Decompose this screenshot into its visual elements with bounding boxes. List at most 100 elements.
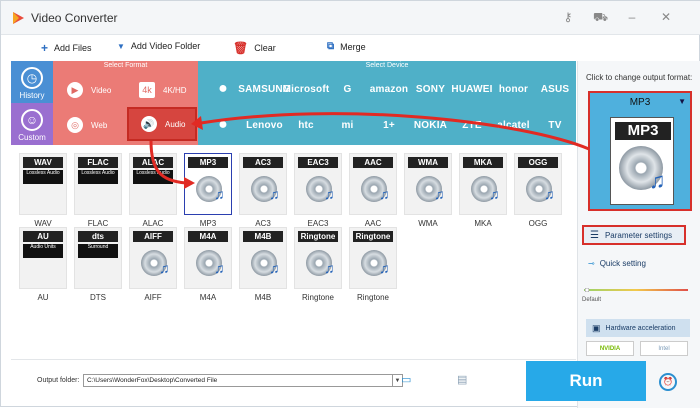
format-tile-wav[interactable]: WAV Lossless Audio bbox=[19, 153, 67, 215]
format-video-label: Video bbox=[91, 85, 112, 95]
folder-icon[interactable]: ▭ bbox=[401, 373, 411, 386]
format-web-label: Web bbox=[91, 120, 108, 130]
format-tile-aiff[interactable]: AIFF ♫ bbox=[129, 227, 177, 289]
output-folder-field[interactable]: C:\Users\WonderFox\Desktop\Converted Fil… bbox=[83, 374, 393, 387]
title-bar: Video Converter ⚷ ⛟ – ✕ bbox=[1, 1, 700, 35]
close-icon[interactable]: ✕ bbox=[659, 10, 673, 24]
format-tile-m4a[interactable]: M4A ♫ bbox=[184, 227, 232, 289]
device-brand-g[interactable]: G bbox=[328, 75, 368, 103]
format-tile-m4b[interactable]: M4B ♫ bbox=[239, 227, 287, 289]
default-label: Default bbox=[582, 297, 602, 303]
device-brand-alcatel[interactable]: alcatel bbox=[494, 111, 534, 139]
format-badge: MP3 bbox=[188, 157, 228, 168]
format-subbadge: Audio Units bbox=[23, 244, 63, 258]
history-button[interactable]: ◷ History bbox=[11, 61, 53, 103]
device-brand-amazon[interactable]: amazon bbox=[369, 75, 409, 103]
device-brand-huawei[interactable]: HUAWEI bbox=[451, 75, 492, 103]
select-format-header: Select Format bbox=[53, 61, 198, 71]
format-tile-mka[interactable]: MKA ♫ bbox=[459, 153, 507, 215]
format-block: Select Format ▶ Video 4k 4K/HD ◎ Web 🔊 A… bbox=[53, 61, 198, 145]
device-brand-1[interactable]: 1+ bbox=[369, 111, 409, 139]
format-tile-alac[interactable]: ALAC Lossless Audio bbox=[129, 153, 177, 215]
device-brand-apple[interactable]: ● bbox=[203, 75, 243, 103]
format-4khd[interactable]: 4k 4K/HD bbox=[127, 73, 197, 107]
format-badge: AC3 bbox=[243, 157, 283, 168]
intel-chip[interactable]: Intel bbox=[640, 341, 688, 356]
format-tile-label: M4B bbox=[254, 293, 272, 302]
format-badge: AU bbox=[23, 231, 63, 242]
format-audio[interactable]: 🔊 Audio bbox=[127, 107, 197, 141]
alarm-clock-icon[interactable]: ⏰ bbox=[659, 373, 677, 391]
format-subbadge: Lossless Audio bbox=[133, 170, 173, 184]
format-tile-ringtone[interactable]: Ringtone ♫ bbox=[294, 227, 342, 289]
format-badge: M4A bbox=[188, 231, 228, 242]
quick-setting-label: Quick setting bbox=[599, 259, 646, 268]
output-format-selector[interactable]: MP3 ▼ MP3 ♫ bbox=[588, 91, 692, 211]
device-brand-lenovo[interactable]: Lenovo bbox=[245, 111, 285, 139]
quality-slider[interactable] bbox=[584, 288, 688, 292]
history-label: History bbox=[19, 91, 45, 100]
device-brand-samsung[interactable]: SAMSUNG bbox=[238, 75, 290, 103]
bottom-bar: Output folder: C:\Users\WonderFox\Deskto… bbox=[11, 359, 576, 404]
nvidia-chip[interactable]: NVIDIA bbox=[586, 341, 634, 356]
music-note-icon: ♫ bbox=[269, 186, 280, 202]
format-tile-mp3[interactable]: MP3 ♫ bbox=[184, 153, 232, 215]
nvidia-label: NVIDIA bbox=[599, 345, 621, 352]
device-brand-apple[interactable]: ● bbox=[203, 111, 243, 139]
add-video-folder-button[interactable]: ▼ Add Video Folder bbox=[117, 41, 200, 51]
clear-button[interactable]: 🗑 Clear bbox=[233, 41, 276, 55]
format-tile-label: OGG bbox=[528, 219, 548, 228]
4k-icon: 4k bbox=[139, 82, 155, 98]
parameter-settings-button[interactable]: ☰ Parameter settings bbox=[582, 225, 686, 245]
chrome-icon: ◎ bbox=[67, 117, 83, 133]
merge-button[interactable]: ⧉ Merge bbox=[327, 41, 366, 52]
format-badge: M4B bbox=[243, 231, 283, 242]
add-files-button[interactable]: + Add Files bbox=[41, 41, 92, 55]
quick-setting: ⊸ Quick setting bbox=[588, 259, 646, 268]
format-tile-ogg[interactable]: OGG ♫ bbox=[514, 153, 562, 215]
device-brand-mi[interactable]: mi bbox=[328, 111, 368, 139]
device-brand-tv[interactable]: TV bbox=[535, 111, 575, 139]
format-badge: MKA bbox=[463, 157, 503, 168]
app-logo-icon bbox=[13, 12, 24, 24]
music-note-icon: ♫ bbox=[324, 186, 335, 202]
app-window: Video Converter ⚷ ⛟ – ✕ + Add Files ▼ Ad… bbox=[0, 0, 700, 408]
run-button[interactable]: Run bbox=[526, 361, 646, 401]
format-tile-wma[interactable]: WMA ♫ bbox=[404, 153, 452, 215]
device-brand-honor[interactable]: honor bbox=[494, 75, 534, 103]
device-brand-sony[interactable]: SONY bbox=[411, 75, 451, 103]
hardware-acceleration-button[interactable]: ▣ Hardware acceleration bbox=[586, 319, 690, 337]
format-tile-dts[interactable]: dts Surround bbox=[74, 227, 122, 289]
format-web[interactable]: ◎ Web bbox=[55, 108, 125, 142]
hardware-acceleration-label: Hardware acceleration bbox=[605, 324, 676, 332]
key-icon[interactable]: ⚷ bbox=[561, 10, 575, 24]
device-brand-htc[interactable]: htc bbox=[286, 111, 326, 139]
add-video-folder-label: Add Video Folder bbox=[130, 41, 201, 51]
open-folder-icon[interactable]: ▤ bbox=[457, 373, 467, 386]
slider-icon: ⊸ bbox=[588, 259, 595, 268]
minimize-icon[interactable]: – bbox=[625, 10, 639, 24]
music-note-icon: ♫ bbox=[379, 186, 390, 202]
format-badge: EAC3 bbox=[298, 157, 338, 168]
parameter-settings-label: Parameter settings bbox=[604, 230, 673, 240]
music-note-icon: ♫ bbox=[434, 186, 445, 202]
format-audio-label: Audio bbox=[165, 119, 186, 129]
custom-button[interactable]: ☺ Custom bbox=[11, 103, 53, 145]
mp3-badge: MP3 bbox=[615, 122, 671, 140]
format-tile-au[interactable]: AU Audio Units bbox=[19, 227, 67, 289]
app-title: Video Converter bbox=[31, 11, 118, 25]
format-tile-flac[interactable]: FLAC Lossless Audio bbox=[74, 153, 122, 215]
device-brand-microsoft[interactable]: Microsoft bbox=[283, 75, 330, 103]
format-video[interactable]: ▶ Video bbox=[55, 73, 125, 107]
format-subbadge: Lossless Audio bbox=[23, 170, 63, 184]
device-brand-asus[interactable]: ASUS bbox=[535, 75, 575, 103]
format-badge: Ringtone bbox=[353, 231, 393, 242]
format-tile-ac3[interactable]: AC3 ♫ bbox=[239, 153, 287, 215]
format-tile-eac3[interactable]: EAC3 ♫ bbox=[294, 153, 342, 215]
format-tile-ringtone[interactable]: Ringtone ♫ bbox=[349, 227, 397, 289]
device-brand-zte[interactable]: ZTE bbox=[452, 111, 492, 139]
format-tile-label: AIFF bbox=[144, 293, 162, 302]
cart-icon[interactable]: ⛟ bbox=[593, 10, 608, 26]
format-tile-aac[interactable]: AAC ♫ bbox=[349, 153, 397, 215]
device-brand-nokia[interactable]: NOKIA bbox=[411, 111, 451, 139]
